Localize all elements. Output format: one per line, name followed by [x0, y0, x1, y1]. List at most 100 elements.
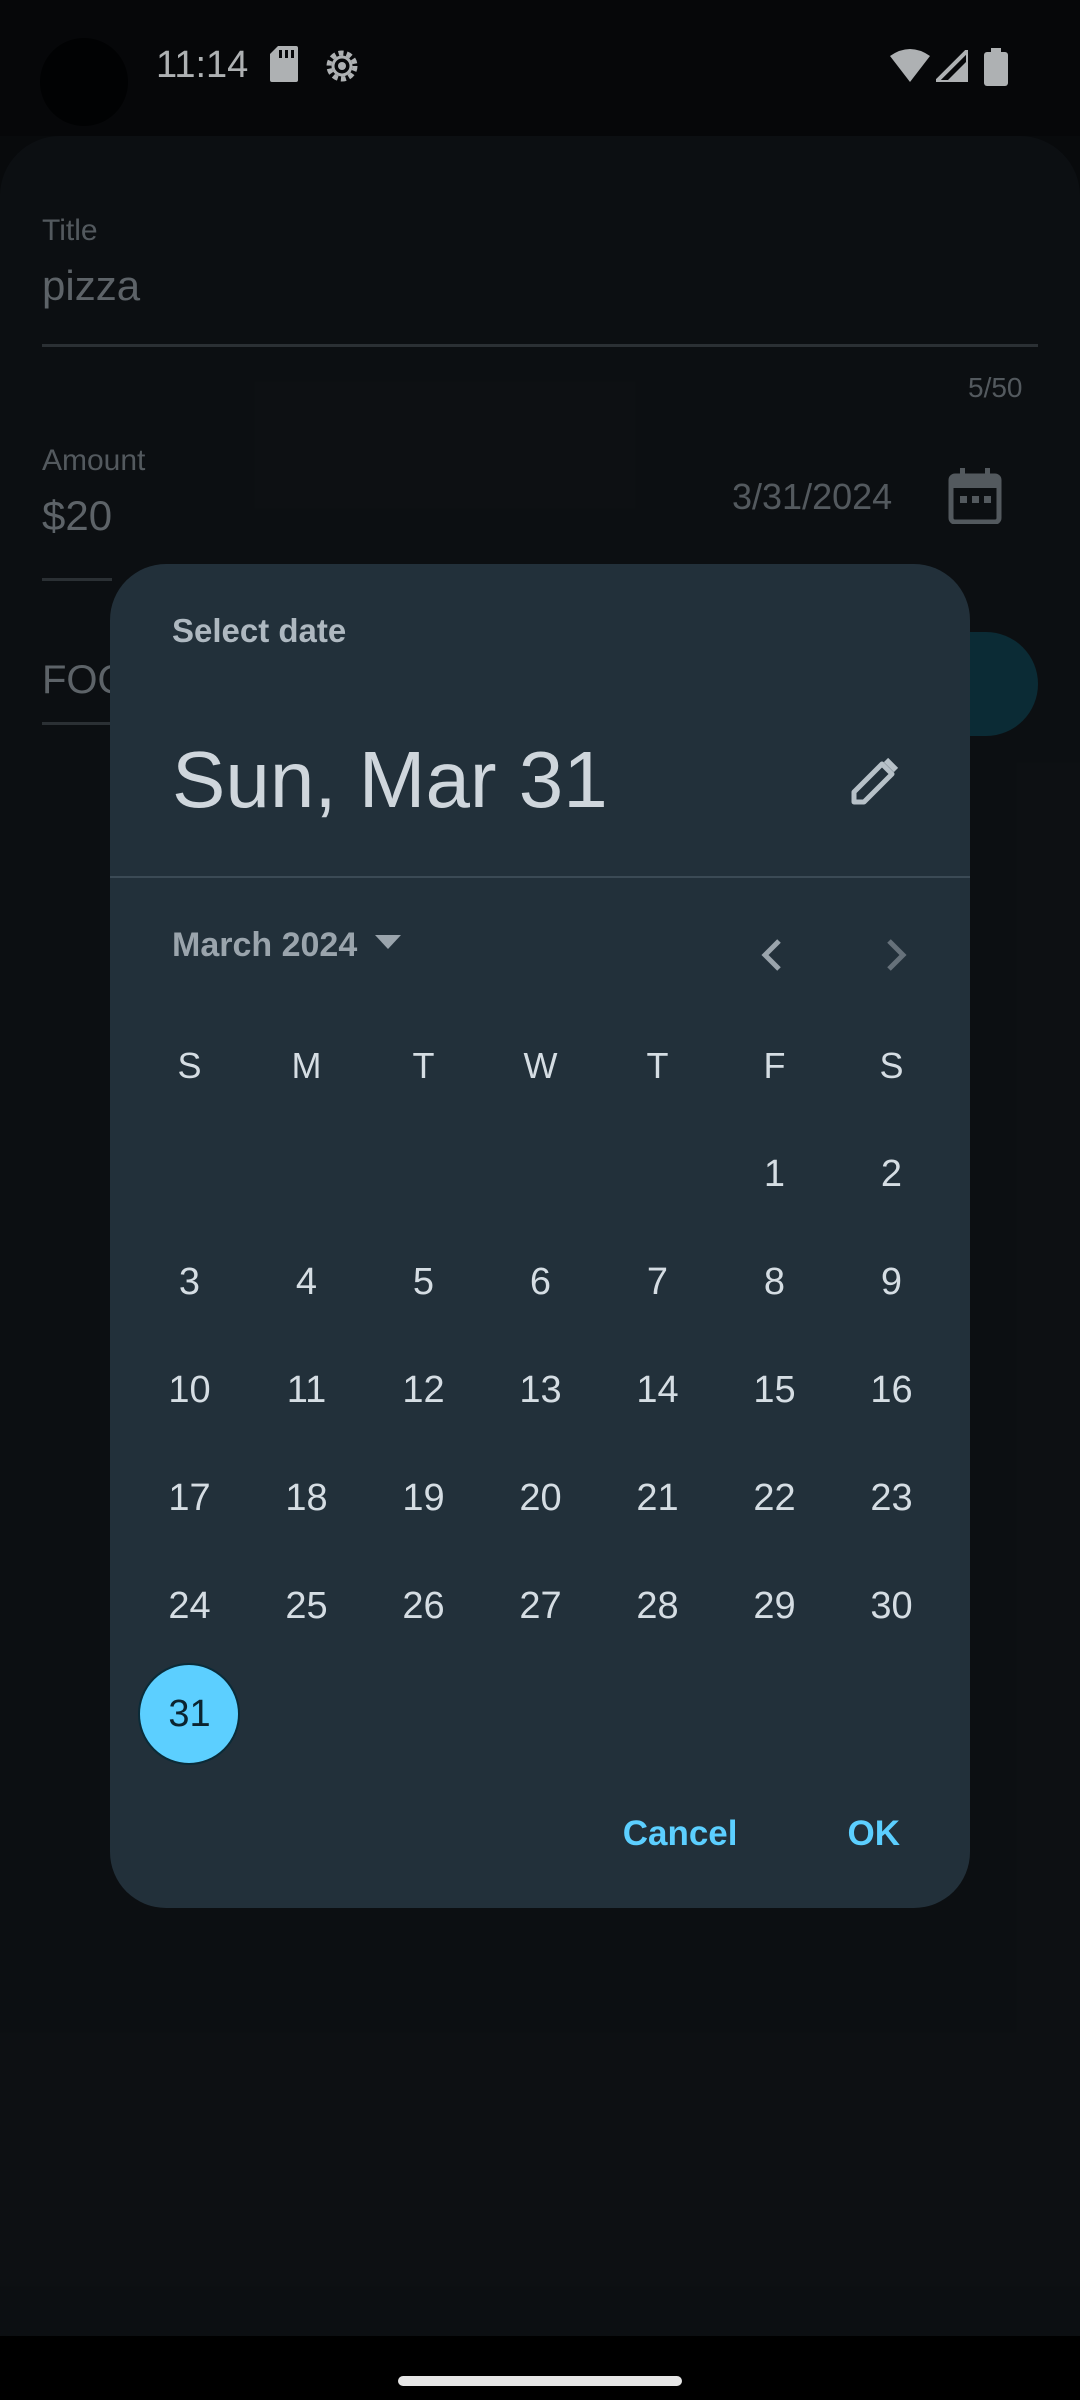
month-year-label: March 2024: [172, 926, 358, 964]
calendar-week-row: 31: [131, 1660, 951, 1768]
calendar-day[interactable]: 10: [131, 1336, 248, 1444]
calendar-day[interactable]: 4: [248, 1228, 365, 1336]
edit-date-button[interactable]: [834, 744, 914, 824]
calendar-day[interactable]: 29: [716, 1552, 833, 1660]
dialog-title: Select date: [172, 612, 347, 649]
weekday-header-row: SMTWTFS: [131, 1012, 951, 1120]
day-number: 1: [763, 1152, 786, 1195]
empty-day-cell: [248, 1120, 365, 1228]
day-number: 23: [870, 1476, 913, 1519]
calendar-day[interactable]: 28: [599, 1552, 716, 1660]
empty-day-cell: [599, 1120, 716, 1228]
calendar-day[interactable]: 30: [833, 1552, 950, 1660]
day-number: 24: [168, 1584, 211, 1627]
day-number: 30: [870, 1584, 913, 1627]
calendar-day[interactable]: 24: [131, 1552, 248, 1660]
calendar-day[interactable]: 8: [716, 1228, 833, 1336]
calendar-day[interactable]: 3: [131, 1228, 248, 1336]
day-number: 11: [286, 1368, 327, 1411]
calendar-day[interactable]: 16: [833, 1336, 950, 1444]
day-number: 4: [295, 1260, 318, 1303]
empty-day-cell: [482, 1120, 599, 1228]
calendar-week-row: 12: [131, 1120, 951, 1228]
calendar-week-row: 17 18 19 20 21 22 23: [131, 1444, 951, 1552]
day-number: 7: [646, 1260, 669, 1303]
day-number: 2: [880, 1152, 903, 1195]
day-number: 10: [168, 1368, 211, 1411]
calendar-day[interactable]: 7: [599, 1228, 716, 1336]
weekday-label: T: [646, 1045, 669, 1086]
calendar-day[interactable]: 26: [365, 1552, 482, 1660]
calendar-day[interactable]: 17: [131, 1444, 248, 1552]
header-divider: [110, 876, 970, 878]
calendar-day-selected[interactable]: 31: [131, 1660, 248, 1768]
empty-day-cell: [716, 1660, 833, 1768]
day-number: 9: [880, 1260, 903, 1303]
calendar-day[interactable]: 14: [599, 1336, 716, 1444]
date-picker-dialog: Select date Sun, Mar 31 March 2024 S M T W T…: [110, 564, 970, 1908]
calendar-day[interactable]: 2: [833, 1120, 950, 1228]
day-number: 27: [519, 1584, 562, 1627]
empty-day-cell: [365, 1120, 482, 1228]
calendar-day[interactable]: 27: [482, 1552, 599, 1660]
chevron-left-icon: [759, 937, 783, 978]
empty-day-cell: [833, 1660, 950, 1768]
day-number: 3: [178, 1260, 201, 1303]
caret-down-icon: [375, 935, 402, 956]
pencil-icon: [848, 756, 900, 813]
day-number: 17: [168, 1476, 211, 1519]
day-number: 6: [529, 1260, 552, 1303]
day-number: 14: [636, 1368, 679, 1411]
empty-day-cell: [599, 1660, 716, 1768]
calendar-day[interactable]: 5: [365, 1228, 482, 1336]
calendar-day[interactable]: 12: [365, 1336, 482, 1444]
day-number: 31: [168, 1692, 211, 1735]
navigation-bar: [0, 2336, 1080, 2400]
weekday-label: S: [879, 1045, 904, 1086]
day-number: 25: [285, 1584, 328, 1627]
calendar-day[interactable]: 19: [365, 1444, 482, 1552]
day-number: 15: [753, 1368, 796, 1411]
calendar-day[interactable]: 11: [248, 1336, 365, 1444]
calendar-day[interactable]: 13: [482, 1336, 599, 1444]
day-number: 20: [519, 1476, 562, 1519]
empty-day-cell: [482, 1660, 599, 1768]
calendar-day[interactable]: 9: [833, 1228, 950, 1336]
weekday-label: W: [523, 1045, 558, 1086]
calendar-day[interactable]: 1: [716, 1120, 833, 1228]
cancel-button[interactable]: Cancel: [623, 1814, 738, 1854]
calendar-day[interactable]: 20: [482, 1444, 599, 1552]
calendar-day[interactable]: 23: [833, 1444, 950, 1552]
day-number: 18: [285, 1476, 328, 1519]
calendar-day[interactable]: 18: [248, 1444, 365, 1552]
day-number: 12: [402, 1368, 445, 1411]
day-number: 26: [402, 1584, 445, 1627]
ok-button[interactable]: OK: [848, 1814, 901, 1854]
calendar-day[interactable]: 6: [482, 1228, 599, 1336]
weekday-label: T: [412, 1045, 435, 1086]
calendar-day[interactable]: 21: [599, 1444, 716, 1552]
previous-month-button[interactable]: [736, 922, 806, 992]
day-number: 16: [870, 1368, 913, 1411]
selected-date-headline: Sun, Mar 31: [172, 735, 608, 824]
day-number: 13: [519, 1368, 562, 1411]
empty-day-cell: [365, 1660, 482, 1768]
day-number: 8: [763, 1260, 786, 1303]
calendar-day[interactable]: 22: [716, 1444, 833, 1552]
day-number: 19: [402, 1476, 445, 1519]
next-month-button[interactable]: [862, 922, 932, 992]
calendar-day[interactable]: 25: [248, 1552, 365, 1660]
day-number: 5: [412, 1260, 435, 1303]
day-number: 22: [753, 1476, 796, 1519]
weekday-label: F: [763, 1045, 786, 1086]
empty-day-cell: [248, 1660, 365, 1768]
weekday-label: S: [177, 1045, 202, 1086]
day-number: 28: [636, 1584, 679, 1627]
day-number: 21: [636, 1476, 679, 1519]
calendar-day[interactable]: 15: [716, 1336, 833, 1444]
home-gesture-handle[interactable]: [398, 2376, 682, 2386]
weekday-label: M: [291, 1045, 322, 1086]
calendar-week-row: 10 11 12 13 14 15 16: [131, 1336, 951, 1444]
day-number: 29: [753, 1584, 796, 1627]
month-year-selector[interactable]: March 2024: [172, 926, 402, 965]
